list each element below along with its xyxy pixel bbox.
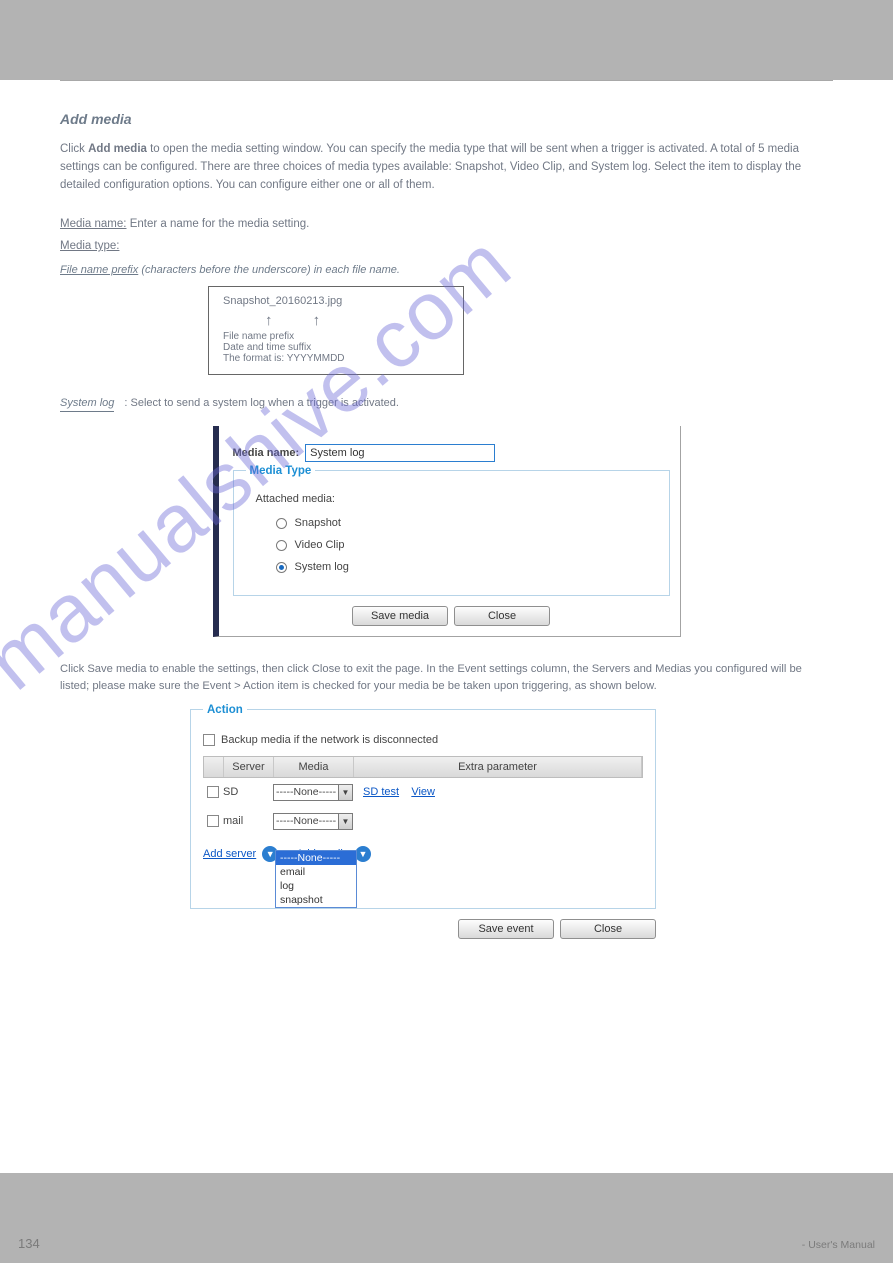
mail-checkbox[interactable] bbox=[207, 815, 219, 827]
filename-example-box: Snapshot_20160213.jpg ↑ ↑ File name pref… bbox=[208, 286, 464, 375]
dropdown-option[interactable]: -----None----- bbox=[276, 851, 356, 865]
table-row: mail -----None-----▼ bbox=[203, 807, 643, 836]
heading-add-media: Add media bbox=[60, 111, 833, 127]
chevron-down-icon: ▼ bbox=[338, 814, 352, 829]
chevron-down-icon: ▼ bbox=[338, 785, 352, 800]
example-filename: Snapshot_20160213.jpg bbox=[223, 295, 449, 307]
th-extra: Extra parameter bbox=[354, 757, 642, 777]
dropdown-option[interactable]: snapshot bbox=[276, 893, 356, 907]
view-link[interactable]: View bbox=[411, 786, 435, 798]
mail-media-select[interactable]: -----None-----▼ bbox=[273, 813, 353, 830]
sd-checkbox[interactable] bbox=[207, 786, 219, 798]
th-blank bbox=[204, 757, 224, 777]
footer-text: - User's Manual bbox=[802, 1239, 875, 1251]
radio-videoclip[interactable] bbox=[276, 540, 287, 551]
media-type-legend: Media Type bbox=[246, 465, 316, 477]
close-media-button[interactable]: Close bbox=[454, 606, 550, 626]
mail-media-dropdown-open: -----None----- email log snapshot bbox=[275, 850, 357, 908]
arrow-labels: File name prefix Date and time suffix Th… bbox=[223, 331, 449, 364]
heading-title: Add media bbox=[60, 111, 132, 127]
add-server-link[interactable]: Add server bbox=[203, 848, 256, 860]
attached-media-label: Attached media: bbox=[256, 493, 657, 505]
system-log-line: System log : Select to send a system log… bbox=[60, 397, 833, 412]
sd-media-select[interactable]: -----None-----▼ bbox=[273, 784, 353, 801]
add-media-icon[interactable]: ▼ bbox=[355, 846, 371, 862]
media-name-input[interactable] bbox=[305, 444, 495, 462]
dropdown-option[interactable]: log bbox=[276, 879, 356, 893]
close-event-button[interactable]: Close bbox=[560, 919, 656, 939]
media-name-label: Media name: bbox=[233, 447, 300, 459]
media-name-desc: Media name: Enter a name for the media s… bbox=[60, 216, 833, 234]
footer-banner: 134 - User's Manual bbox=[0, 1173, 893, 1263]
backup-checkbox[interactable] bbox=[203, 734, 215, 746]
save-event-button[interactable]: Save event bbox=[458, 919, 554, 939]
media-config-panel: Media name: Media Type Attached media: S… bbox=[213, 426, 681, 637]
action-table-header: Server Media Extra parameter bbox=[203, 756, 643, 778]
brand-banner bbox=[0, 0, 893, 80]
radio-snapshot-label: Snapshot bbox=[295, 517, 341, 529]
media-type-line: Media type: bbox=[60, 240, 833, 252]
divider bbox=[60, 80, 833, 81]
page-body: Add media Click Add media to open the me… bbox=[0, 80, 893, 939]
media-type-fieldset: Media Type Attached media: Snapshot Vide… bbox=[233, 470, 670, 596]
post-media-paragraph: Click Save media to enable the settings,… bbox=[60, 661, 833, 695]
file-name-prefix-line: File name prefix (characters before the … bbox=[60, 264, 833, 276]
table-row: SD -----None-----▼ SD test View bbox=[203, 778, 643, 807]
page-number: 134 bbox=[18, 1236, 40, 1251]
action-panel: Action Backup media if the network is di… bbox=[190, 709, 656, 939]
add-links-row: Add server ▼ Add media ▼ bbox=[203, 846, 643, 862]
radio-snapshot[interactable] bbox=[276, 518, 287, 529]
backup-label: Backup media if the network is disconnec… bbox=[221, 734, 438, 746]
arrow-icons: ↑ ↑ bbox=[223, 313, 449, 328]
system-log-label: System log bbox=[60, 397, 114, 412]
save-media-button[interactable]: Save media bbox=[352, 606, 448, 626]
action-legend: Action bbox=[203, 704, 247, 716]
radio-systemlog-label: System log bbox=[295, 561, 349, 573]
row-server-mail: mail bbox=[223, 815, 273, 827]
radio-videoclip-label: Video Clip bbox=[295, 539, 345, 551]
th-media: Media bbox=[274, 757, 354, 777]
dropdown-option[interactable]: email bbox=[276, 865, 356, 879]
intro-paragraph: Click Add media to open the media settin… bbox=[60, 141, 833, 194]
radio-systemlog[interactable] bbox=[276, 562, 287, 573]
th-server: Server bbox=[224, 757, 274, 777]
sd-test-link[interactable]: SD test bbox=[363, 786, 399, 798]
row-server-sd: SD bbox=[223, 786, 273, 798]
